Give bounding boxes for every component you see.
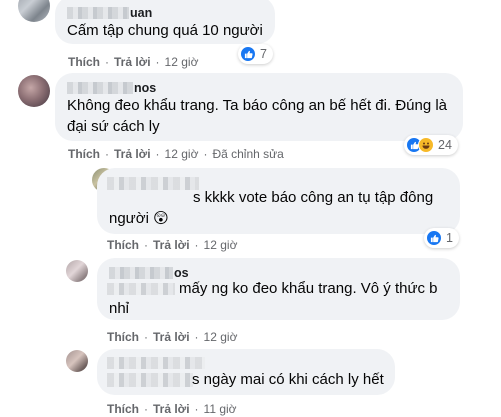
reaction-summary[interactable]: 24: [404, 135, 458, 155]
timestamp[interactable]: 12 giờ: [165, 147, 199, 161]
author-name[interactable]: [107, 357, 205, 369]
comment-bubble: os mấy ng ko đeo khẩu trang. Vô ý thức b…: [97, 258, 460, 320]
timestamp[interactable]: 12 giờ: [204, 238, 238, 252]
comment-bubble: s kkkk vote báo công an tụ tập đông ngườ…: [97, 168, 460, 234]
author-name[interactable]: nos: [67, 81, 156, 95]
like-link[interactable]: Thích: [68, 147, 100, 161]
avatar[interactable]: [66, 350, 88, 372]
comment-bubble: s ngày mai có khi cách ly hết: [97, 349, 395, 395]
comment-bubble: nos Không đeo khẩu trang. Ta báo công an…: [55, 73, 463, 141]
like-link[interactable]: Thích: [107, 330, 139, 344]
reaction-summary[interactable]: 7: [238, 44, 273, 64]
haha-icon: [418, 137, 434, 153]
comment-text-line-1: s kkkk vote báo công an tụ tập đông: [193, 189, 434, 206]
like-icon: [240, 46, 256, 62]
comment-text-line-2: nhỉ: [109, 300, 130, 317]
comment-text: s ngày mai có khi cách ly hết: [192, 371, 384, 388]
comment-actions: Thích · Trả lời · 12 giờ · Đã chỉnh sửa: [68, 147, 284, 161]
author-name[interactable]: os: [109, 266, 189, 280]
comment-text-line-2: người 😲: [109, 210, 169, 227]
comment-actions: Thích · Trả lời · 12 giờ: [68, 55, 199, 69]
reaction-count: 1: [446, 231, 453, 245]
author-name[interactable]: uan: [67, 6, 152, 20]
reply-link[interactable]: Trả lời: [153, 330, 190, 344]
timestamp[interactable]: 12 giờ: [165, 55, 199, 69]
author-name[interactable]: [107, 177, 199, 190]
comment-bubble: uan Cấm tập chung quá 10 người: [55, 0, 275, 44]
like-icon: [426, 230, 442, 246]
reaction-summary[interactable]: 1: [424, 228, 459, 248]
avatar[interactable]: [18, 75, 50, 107]
author-name-suffix: nos: [134, 81, 157, 95]
reply-link[interactable]: Trả lời: [114, 55, 151, 69]
reply-link[interactable]: Trả lời: [153, 402, 190, 416]
avatar[interactable]: [66, 260, 88, 282]
reaction-count: 7: [260, 47, 267, 61]
like-link[interactable]: Thích: [68, 55, 100, 69]
reaction-count: 24: [438, 138, 452, 152]
edited-label[interactable]: Đã chỉnh sửa: [212, 147, 283, 161]
comment-text-line-1: Không đeo khẩu trang. Ta báo công an bế …: [67, 97, 448, 114]
reply-link[interactable]: Trả lời: [114, 147, 151, 161]
comment-actions: Thích · Trả lời · 12 giờ: [107, 238, 238, 252]
comment-text-line-2: đại sứ cách ly: [67, 118, 160, 135]
timestamp[interactable]: 12 giờ: [204, 330, 238, 344]
reply-link[interactable]: Trả lời: [153, 238, 190, 252]
like-link[interactable]: Thích: [107, 402, 139, 416]
comment-text-line-1: mấy ng ko đeo khẩu trang. Vô ý thức b: [179, 280, 438, 297]
like-link[interactable]: Thích: [107, 238, 139, 252]
timestamp[interactable]: 11 giờ: [204, 402, 237, 416]
comment-text: Cấm tập chung quá 10 người: [67, 22, 263, 39]
author-name-suffix: uan: [130, 6, 153, 20]
comment-actions: Thích · Trả lời · 11 giờ: [107, 402, 237, 416]
author-name-blur: [107, 373, 193, 387]
comment-actions: Thích · Trả lời · 12 giờ: [107, 330, 238, 344]
author-name-blur: [107, 283, 175, 295]
avatar[interactable]: [18, 0, 50, 22]
author-name-suffix: os: [174, 266, 189, 280]
